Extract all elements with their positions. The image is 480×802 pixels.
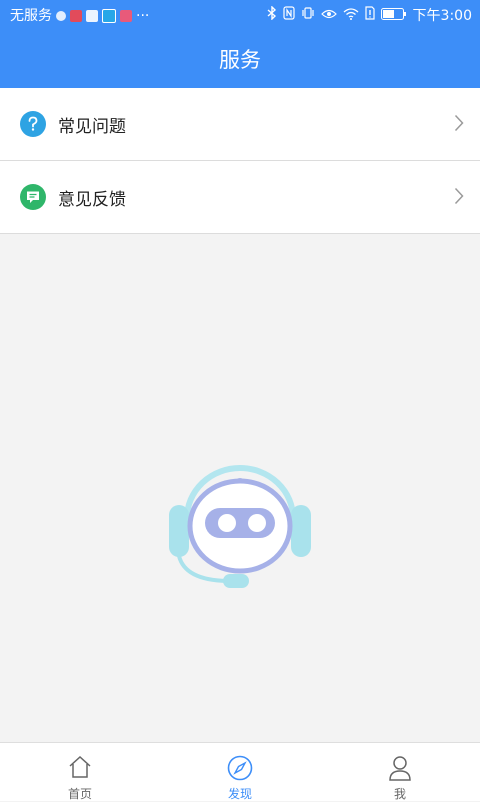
app-header: 无服务 ··· 下午3:00 服务 [0, 0, 480, 88]
person-icon [388, 755, 412, 785]
support-robot-illustration [165, 460, 315, 599]
tab-discover[interactable]: 发现 [160, 743, 320, 801]
chevron-right-icon [454, 114, 464, 136]
notification-app-icon [56, 11, 66, 21]
status-bar: 无服务 ··· 下午3:00 [0, 0, 480, 32]
service-list: 常见问题 意见反馈 [0, 88, 480, 234]
tab-home[interactable]: 首页 [0, 743, 160, 801]
sim-alert-icon [364, 0, 375, 32]
bluetooth-icon [267, 0, 277, 32]
page-title: 服务 [219, 48, 261, 72]
battery-icon [380, 0, 407, 32]
eye-comfort-icon [320, 0, 337, 32]
vibrate-icon [301, 0, 315, 32]
bottom-tab-bar: 首页 发现 我 [0, 742, 480, 801]
notification-app-icon [102, 9, 116, 23]
list-item-label: 常见问题 [58, 116, 126, 137]
clock-text: 下午3:00 [412, 8, 472, 24]
tab-me[interactable]: 我 [320, 743, 480, 801]
list-item-faq[interactable]: 常见问题 [0, 88, 480, 161]
notification-app-icon [70, 10, 82, 22]
help-circle-icon [20, 111, 46, 137]
feedback-icon [20, 184, 46, 210]
more-notifications-text: ··· [136, 8, 150, 24]
home-icon [68, 755, 92, 783]
list-item-feedback[interactable]: 意见反馈 [0, 161, 480, 234]
wifi-icon [343, 0, 359, 32]
carrier-text: 无服务 [10, 8, 52, 24]
tab-label: 我 [393, 787, 406, 801]
notification-app-icon [86, 10, 98, 22]
list-item-label: 意见反馈 [58, 189, 126, 210]
chevron-right-icon [454, 187, 464, 209]
notification-app-icon [120, 10, 132, 22]
nfc-icon [282, 0, 295, 32]
compass-icon [227, 755, 253, 785]
tab-label: 发现 [227, 787, 252, 801]
tab-label: 首页 [67, 787, 92, 801]
